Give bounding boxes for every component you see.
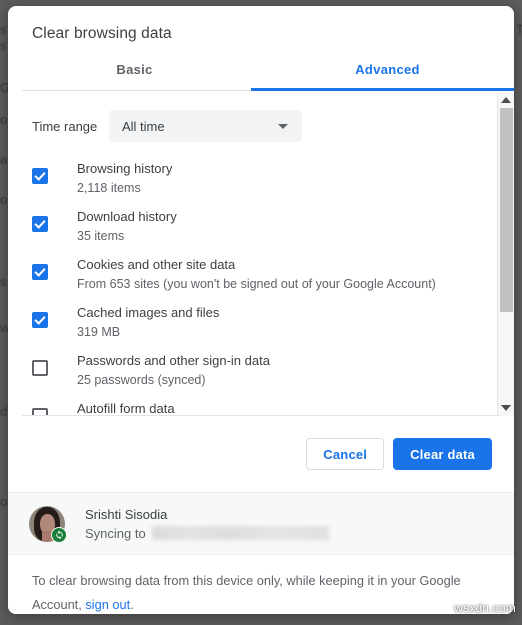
dialog-actions: Cancel Clear data: [8, 416, 514, 492]
backdrop-ghost-fragment: a: [0, 152, 8, 167]
scroll-down-arrow-icon[interactable]: [501, 405, 511, 411]
active-tab-indicator: [251, 88, 514, 91]
time-range-row: Time range All time: [32, 106, 496, 146]
backdrop-ghost-fragment: s: [0, 22, 7, 37]
backdrop-ghost-fragment: o: [0, 192, 8, 207]
checkbox-passwords-and-signin-data[interactable]: [32, 360, 48, 376]
footer-note: To clear browsing data from this device …: [8, 554, 514, 614]
data-item-autofill-form-data[interactable]: Autofill form data: [8, 396, 496, 416]
tab-basic[interactable]: Basic: [8, 56, 261, 88]
data-item-text: Cookies and other site data From 653 site…: [77, 252, 436, 294]
avatar: [29, 505, 67, 543]
scrollbar-thumb[interactable]: [500, 108, 513, 312]
data-item-text: Download history 35 items: [77, 204, 177, 246]
data-item-subtitle: From 653 sites (you won't be signed out …: [77, 277, 436, 291]
data-item-cookies-and-site-data[interactable]: Cookies and other site data From 653 site…: [8, 252, 496, 300]
data-item-subtitle: 2,118 items: [77, 181, 141, 195]
watermark: wsxdn.com: [454, 601, 516, 615]
data-item-text: Passwords and other sign-in data 25 passw…: [77, 348, 270, 390]
account-sync-line: Syncing to: [85, 524, 329, 543]
data-item-browsing-history[interactable]: Browsing history 2,118 items: [8, 156, 496, 204]
sign-out-link[interactable]: sign out: [85, 597, 130, 612]
cancel-button[interactable]: Cancel: [306, 438, 385, 470]
checkbox-download-history[interactable]: [32, 216, 48, 232]
data-item-title: Cookies and other site data: [77, 257, 236, 272]
data-item-download-history[interactable]: Download history 35 items: [8, 204, 496, 252]
data-item-text: Browsing history 2,118 items: [77, 156, 172, 198]
account-row: Srishti Sisodia Syncing to: [8, 492, 514, 554]
footer-text-after: .: [130, 597, 134, 612]
data-item-title: Cached images and files: [77, 305, 220, 320]
dialog-tabs: Basic Advanced: [8, 56, 514, 88]
backdrop-ghost-fragment: T: [516, 22, 522, 37]
backdrop-ghost-fragment: s: [0, 274, 7, 289]
data-type-list: Browsing history 2,118 items Download hist…: [8, 156, 496, 416]
checkbox-cached-images-and-files[interactable]: [32, 312, 48, 328]
scroll-up-arrow-icon[interactable]: [501, 97, 511, 103]
data-item-subtitle: 35 items: [77, 229, 125, 243]
chevron-down-icon: [278, 124, 288, 129]
options-scroll-area: Time range All time Browsing history 2,11…: [8, 92, 514, 416]
data-item-passwords-and-signin-data[interactable]: Passwords and other sign-in data 25 passw…: [8, 348, 496, 396]
data-item-title: Browsing history: [77, 161, 173, 176]
tab-advanced[interactable]: Advanced: [261, 56, 514, 88]
data-item-title: Autofill form data: [77, 401, 175, 416]
time-range-value: All time: [122, 118, 165, 134]
data-item-text: Cached images and files 319 MB: [77, 300, 219, 342]
data-item-title: Passwords and other sign-in data: [77, 353, 270, 368]
options-scrollbar[interactable]: [497, 92, 514, 416]
account-name: Srishti Sisodia: [85, 506, 168, 522]
time-range-select[interactable]: All time: [109, 110, 302, 142]
account-details: Srishti Sisodia Syncing to: [85, 505, 329, 543]
sync-status-label: Syncing to: [85, 525, 146, 541]
data-item-text: Autofill form data: [77, 396, 175, 416]
data-item-cached-images-and-files[interactable]: Cached images and files 319 MB: [8, 300, 496, 348]
data-item-subtitle: 25 passwords (synced): [77, 373, 206, 387]
backdrop-ghost-fragment: d: [0, 404, 8, 419]
options-scroll-content: Time range All time Browsing history 2,11…: [8, 92, 496, 416]
checkbox-browsing-history[interactable]: [32, 168, 48, 184]
checkbox-cookies-and-site-data[interactable]: [32, 264, 48, 280]
clear-browsing-data-dialog: Clear browsing data Basic Advanced Time …: [8, 6, 514, 614]
backdrop-ghost-fragment: o: [0, 112, 8, 127]
sync-icon: [51, 526, 67, 543]
dialog-title: Clear browsing data: [32, 25, 172, 42]
data-item-title: Download history: [77, 209, 177, 224]
data-item-subtitle: 319 MB: [77, 325, 121, 339]
time-range-label: Time range: [32, 118, 98, 134]
redacted-email: [151, 526, 329, 540]
backdrop-ghost-fragment: s: [0, 38, 7, 53]
clear-data-button[interactable]: Clear data: [393, 438, 492, 470]
